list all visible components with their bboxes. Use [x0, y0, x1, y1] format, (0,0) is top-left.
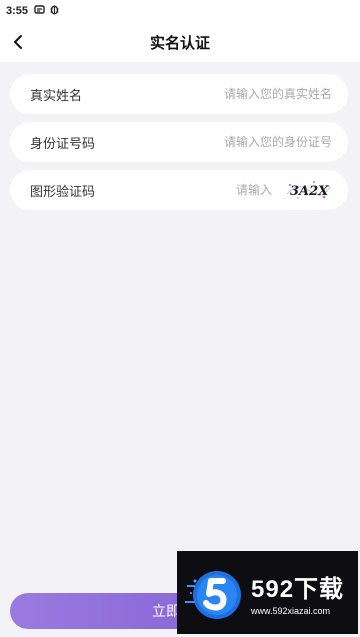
back-button[interactable]: [6, 30, 30, 54]
nav-bar: 实名认证: [0, 22, 360, 62]
captcha-label: 图形验证码: [30, 183, 96, 199]
watermark-url: www.592xiazai.com: [251, 606, 331, 616]
captcha-input[interactable]: [95, 183, 272, 197]
status-icons: [34, 4, 60, 18]
captcha-text: 3A2X: [290, 184, 329, 199]
id-number-label: 身份证号码: [30, 135, 96, 151]
real-name-row: 真实姓名: [10, 74, 348, 114]
id-number-input[interactable]: [95, 135, 332, 149]
page-title: 实名认证: [149, 34, 210, 52]
notification-icon: [34, 4, 45, 18]
chevron-left-icon: [14, 35, 22, 49]
bug-icon: [49, 4, 60, 18]
real-name-label: 真实姓名: [30, 87, 83, 103]
status-bar: 3:55: [0, 0, 360, 22]
page: 3:55 实名认证 真实姓名 身份证号码 图形验证码: [0, 0, 360, 637]
watermark-text: 592下载 www.592xiazai.com: [251, 569, 344, 616]
watermark-brand: 592下载: [251, 576, 345, 603]
watermark-banner: 592下载 www.592xiazai.com: [177, 551, 358, 634]
captcha-image[interactable]: 3A2X: [284, 177, 332, 203]
592-logo-icon: [185, 570, 241, 619]
real-name-input[interactable]: [82, 87, 332, 101]
captcha-row: 图形验证码 3A2X: [10, 170, 348, 210]
id-number-row: 身份证号码: [10, 122, 348, 162]
verification-form: 真实姓名 身份证号码 图形验证码 3A2X: [10, 74, 350, 218]
status-time: 3:55: [6, 5, 29, 17]
